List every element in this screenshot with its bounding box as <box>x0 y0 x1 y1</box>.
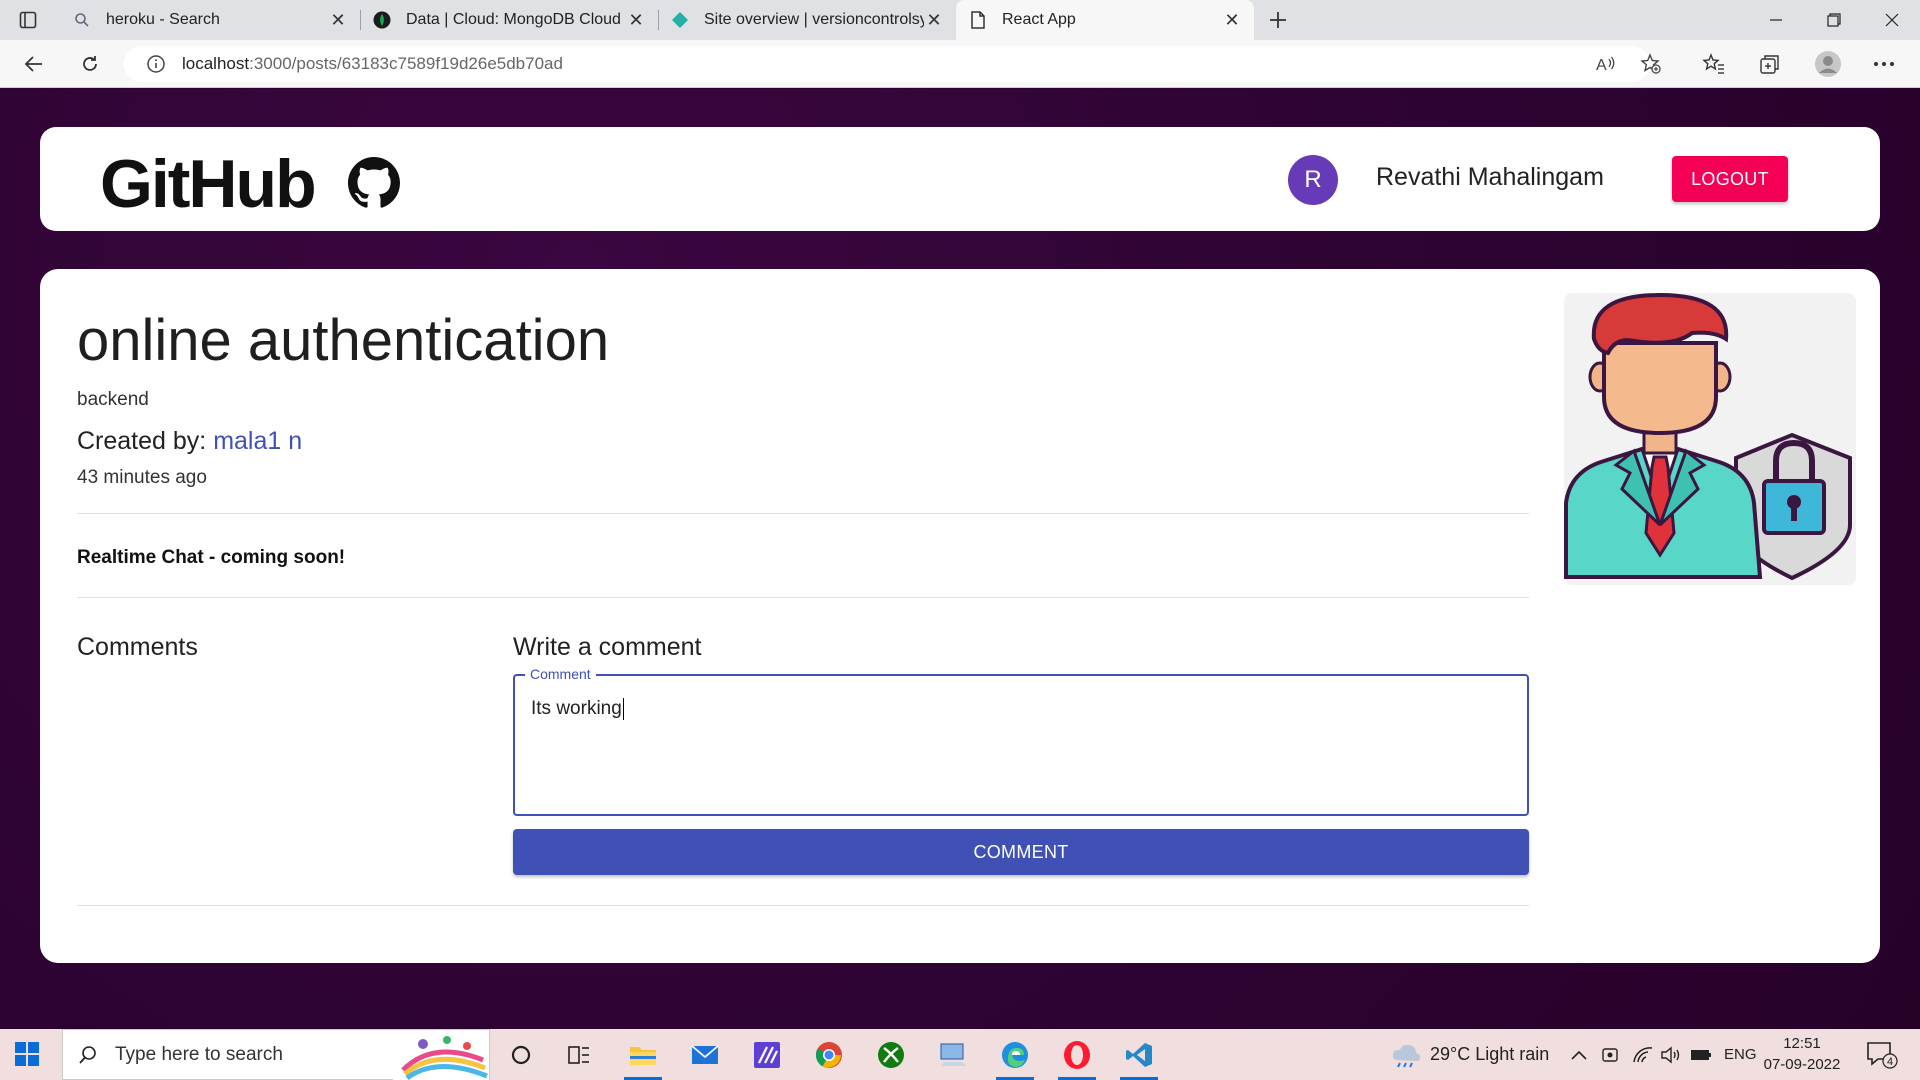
comment-text: Its working <box>531 698 622 720</box>
close-tab-icon[interactable]: ✕ <box>328 10 348 30</box>
comment-field-value[interactable]: Its working <box>531 698 624 720</box>
clock-date: 07-09-2022 <box>1763 1056 1841 1073</box>
comments-heading: Comments <box>77 633 198 661</box>
xbox-icon[interactable] <box>864 1029 918 1080</box>
text-caret <box>622 698 624 720</box>
read-aloud-icon[interactable]: A <box>1593 52 1619 76</box>
url-path: :3000/posts/63183c7589f19d26e5db70ad <box>249 54 563 73</box>
cortana-icon[interactable] <box>494 1029 548 1080</box>
search-placeholder: Type here to search <box>115 1043 283 1065</box>
edge-icon[interactable] <box>988 1029 1042 1080</box>
battery-icon[interactable] <box>1690 1029 1712 1080</box>
meet-now-icon[interactable] <box>1601 1029 1619 1080</box>
tab-label: heroku - Search <box>106 11 220 28</box>
search-icon <box>75 1042 101 1068</box>
notification-count: 4 <box>1887 1056 1893 1068</box>
divider <box>77 597 1529 598</box>
restore-icon[interactable] <box>1806 0 1862 40</box>
close-tab-icon[interactable]: ✕ <box>1222 10 1242 30</box>
notifications-icon[interactable]: 4 <box>1866 1029 1898 1080</box>
tab-site-overview[interactable]: Site overview | versioncontrolsys ✕ <box>658 0 956 40</box>
file-explorer-icon[interactable] <box>616 1029 670 1080</box>
favorites-icon[interactable] <box>1698 50 1730 78</box>
post-detail-card: online authentication backend Created by… <box>40 269 1880 963</box>
rain-cloud-icon <box>1392 1044 1421 1067</box>
address-bar[interactable]: localhost:3000/posts/63183c7589f19d26e5d… <box>124 46 1650 82</box>
divider <box>77 905 1529 906</box>
refresh-icon[interactable] <box>74 50 106 78</box>
search-highlight-art <box>393 1030 489 1080</box>
created-by-label: Created by: <box>77 427 214 455</box>
minimize-icon[interactable] <box>1748 0 1804 40</box>
tab-label: React App <box>1002 11 1076 28</box>
browser-toolbar: localhost:3000/posts/63183c7589f19d26e5d… <box>0 40 1920 88</box>
comment-input[interactable]: Comment Its working <box>513 666 1529 816</box>
divider <box>77 513 1529 514</box>
tab-label: Data | Cloud: MongoDB Cloud <box>406 11 621 28</box>
post-created-by: Created by: mala1 n <box>77 427 302 456</box>
netlify-diamond-icon <box>670 10 690 30</box>
vscode-icon[interactable] <box>1112 1029 1166 1080</box>
tab-react-app[interactable]: React App ✕ <box>956 0 1254 40</box>
user-avatar: R <box>1288 155 1338 205</box>
input-language[interactable]: ENG <box>1724 1029 1757 1080</box>
svg-text:A: A <box>1596 57 1607 74</box>
user-name: Revathi Mahalingam <box>1376 163 1604 191</box>
write-comment-heading: Write a comment <box>513 633 702 661</box>
submit-comment-button[interactable]: COMMENT <box>513 829 1529 875</box>
url-host: localhost <box>182 54 250 73</box>
mail-icon[interactable] <box>678 1029 732 1080</box>
mongodb-leaf-icon <box>372 10 392 30</box>
post-tag: backend <box>77 389 149 410</box>
realtime-chat-notice: Realtime Chat - coming soon! <box>77 547 346 568</box>
browser-tab-bar: heroku - Search ✕ Data | Cloud: MongoDB … <box>0 0 1920 40</box>
page-background: GitHub R Revathi Mahalingam LOGOUT onlin… <box>0 89 1920 1029</box>
post-title: online authentication <box>77 308 610 373</box>
chrome-icon[interactable] <box>802 1029 856 1080</box>
powerapps-icon[interactable] <box>740 1029 794 1080</box>
close-window-icon[interactable] <box>1864 0 1920 40</box>
tab-heroku-search[interactable]: heroku - Search ✕ <box>60 0 360 40</box>
remote-desktop-icon[interactable] <box>926 1029 980 1080</box>
logout-button[interactable]: LOGOUT <box>1672 156 1788 202</box>
collections-icon[interactable] <box>1754 50 1786 78</box>
close-tab-icon[interactable]: ✕ <box>626 10 646 30</box>
show-hidden-icons-chevron-icon[interactable] <box>1570 1029 1588 1080</box>
close-tab-icon[interactable]: ✕ <box>924 10 944 30</box>
post-time-ago: 43 minutes ago <box>77 467 207 488</box>
app-header: GitHub R Revathi Mahalingam LOGOUT <box>40 127 1880 231</box>
page-icon <box>968 10 988 30</box>
search-icon <box>72 10 92 30</box>
task-view-icon[interactable] <box>552 1029 606 1080</box>
back-arrow-icon[interactable] <box>18 50 50 78</box>
comment-field-label: Comment <box>525 666 596 682</box>
windows-start-icon[interactable] <box>14 1041 40 1067</box>
weather-text: 29°C Light rain <box>1430 1044 1550 1064</box>
author-link[interactable]: mala1 n <box>213 427 302 455</box>
site-info-icon[interactable] <box>144 52 168 76</box>
weather-widget[interactable]: 29°C Light rain <box>1390 1029 1549 1080</box>
profile-avatar-icon[interactable] <box>1812 50 1844 78</box>
url-text: localhost:3000/posts/63183c7589f19d26e5d… <box>182 54 563 74</box>
taskbar-search-box[interactable]: Type here to search <box>62 1029 490 1080</box>
tab-label: Site overview | versioncontrolsys <box>704 11 924 28</box>
windows-taskbar: Type here to search 29°C Light rain ENG … <box>0 1029 1920 1080</box>
authentication-illustration <box>1564 293 1856 585</box>
volume-icon[interactable] <box>1660 1029 1682 1080</box>
tab-actions-icon[interactable] <box>14 7 42 33</box>
brand-title[interactable]: GitHub <box>100 145 317 223</box>
wifi-icon[interactable] <box>1632 1029 1654 1080</box>
new-tab-icon[interactable] <box>1264 6 1292 34</box>
tab-mongodb-cloud[interactable]: Data | Cloud: MongoDB Cloud ✕ <box>360 0 658 40</box>
github-logo-icon <box>348 157 400 208</box>
system-clock[interactable]: 12:51 07-09-2022 <box>1760 1033 1844 1075</box>
opera-icon[interactable] <box>1050 1029 1104 1080</box>
clock-time: 12:51 <box>1783 1035 1821 1052</box>
more-menu-icon[interactable] <box>1868 50 1900 78</box>
add-favorite-icon[interactable] <box>1638 52 1664 76</box>
